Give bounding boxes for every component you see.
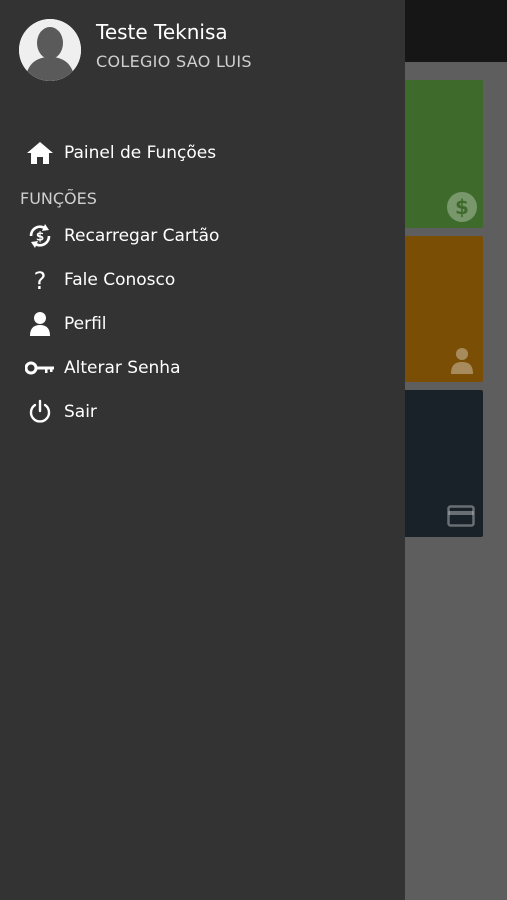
menu-item-profile[interactable]: Perfil [20,304,390,344]
menu-label-recharge: Recarregar Cartão [64,226,220,246]
menu-item-change-password[interactable]: Alterar Senha [20,348,390,388]
menu-label-contact: Fale Conosco [64,270,176,290]
profile-header: Teste Teknisa COLEGIO SAO LUIS [0,0,405,100]
user-name: Teste Teknisa [96,20,228,44]
dollar-icon: $ [447,192,477,222]
menu-label-change-password: Alterar Senha [64,358,181,378]
menu-label-profile: Perfil [64,314,107,334]
card-icon [447,505,475,527]
user-icon [20,309,60,339]
question-icon: ? [20,265,60,295]
svg-text:?: ? [34,267,47,293]
menu-item-contact[interactable]: ? Fale Conosco [20,260,390,300]
svg-text:$: $ [36,230,44,244]
avatar-silhouette-icon [19,19,81,81]
menu-label-dashboard: Painel de Funções [64,143,217,163]
avatar[interactable] [19,19,81,81]
menu-label-logout: Sair [64,402,97,422]
menu-item-recharge[interactable]: $ Recarregar Cartão [20,216,390,256]
user-school: COLEGIO SAO LUIS [96,52,252,71]
menu-item-logout[interactable]: Sair [20,392,390,432]
navigation-drawer: Teste Teknisa COLEGIO SAO LUIS Painel de… [0,0,405,900]
power-icon [20,397,60,427]
key-icon [20,353,60,383]
home-icon [20,138,60,168]
recharge-icon: $ [20,221,60,251]
menu-item-dashboard[interactable]: Painel de Funções [20,133,390,173]
section-header-functions: FUNÇÕES [20,189,97,208]
user-icon [451,348,473,374]
